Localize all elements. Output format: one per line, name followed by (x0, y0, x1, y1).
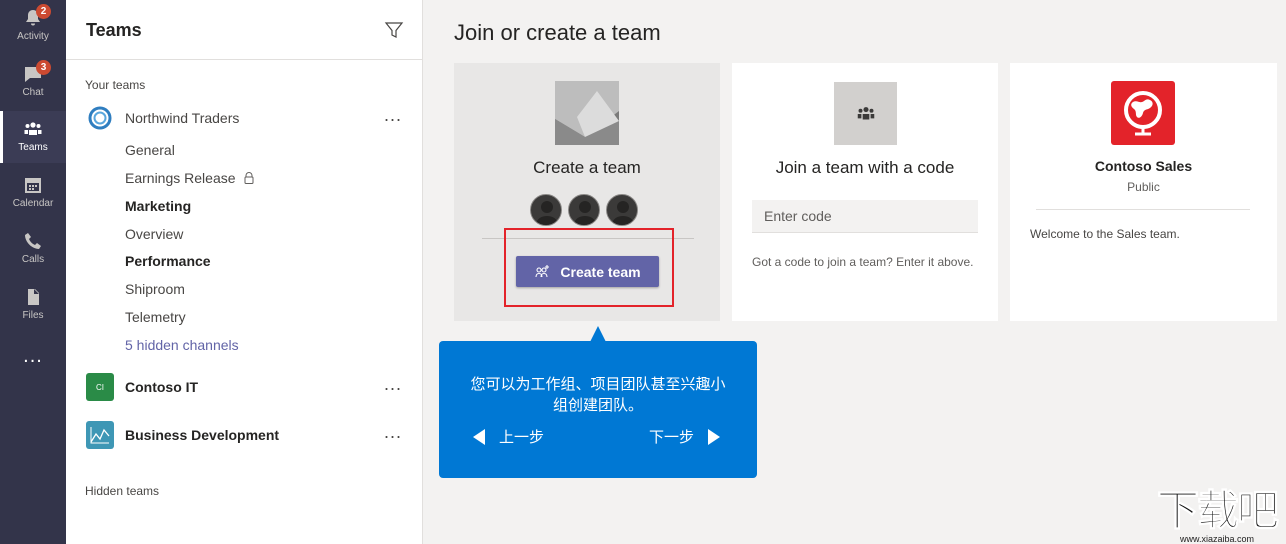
join-team-card: Join a team with a code Got a code to jo… (732, 63, 998, 321)
team-name: Business Development (125, 427, 280, 443)
page-title: Join or create a team (454, 20, 661, 45)
chat-badge: 3 (36, 60, 51, 75)
app-rail: 2 Activity 3 Chat Teams Calendar Calls F… (0, 0, 66, 544)
rail-label-calls: Calls (21, 254, 45, 265)
lock-icon (244, 172, 254, 184)
rail-chat[interactable]: 3 Chat (0, 56, 66, 108)
channel-performance[interactable]: Performance (125, 253, 211, 269)
join-code-hint: Got a code to join a team? Enter it abov… (752, 255, 974, 269)
watermark: 下载吧 www.xiazaiba.com (1150, 486, 1284, 544)
divider (1036, 209, 1250, 210)
coachmark-tooltip: 您可以为工作组、项目团队甚至兴趣小组创建团队。 上一步 下一步 (439, 341, 757, 478)
previous-button[interactable]: 上一步 (473, 426, 544, 447)
contoso-sales-card[interactable]: Contoso Sales Public Welcome to the Sale… (1010, 63, 1277, 321)
add-team-icon (535, 264, 550, 277)
team-northwind[interactable]: Northwind Traders ... (66, 100, 422, 138)
tooltip-arrow (590, 326, 606, 342)
more-options-icon[interactable]: ... (384, 373, 402, 395)
hidden-channels-link[interactable]: 5 hidden channels (125, 337, 239, 353)
create-team-button[interactable]: Create team (516, 256, 659, 287)
phone-icon (25, 233, 41, 249)
rail-more-icon[interactable]: ... (0, 346, 66, 366)
team-business-development[interactable]: Business Development ... (66, 417, 422, 455)
channel-overview[interactable]: Overview (125, 226, 183, 242)
filter-icon[interactable] (384, 20, 404, 40)
calendar-icon (25, 178, 41, 193)
arrow-right-icon (708, 428, 721, 445)
channel-earnings-release[interactable]: Earnings Release (125, 170, 254, 186)
join-code-input[interactable] (752, 200, 978, 233)
hidden-teams-label[interactable]: Hidden teams (85, 484, 159, 498)
teams-icon (24, 122, 42, 135)
northwind-logo (86, 104, 114, 132)
rail-calls[interactable]: Calls (0, 223, 66, 275)
people-avatars (530, 194, 640, 228)
watermark-url: www.xiazaiba.com (1179, 534, 1255, 544)
avatar (568, 194, 600, 226)
watermark-logo: 下载吧 (1156, 486, 1279, 535)
create-team-title: Create a team (533, 158, 641, 177)
join-team-title: Join a team with a code (775, 158, 955, 177)
rail-teams[interactable]: Teams (0, 111, 66, 163)
rail-label-calendar: Calendar (12, 198, 54, 209)
team-name: Northwind Traders (125, 110, 240, 126)
rail-label-activity: Activity (17, 31, 49, 42)
image-placeholder-icon (555, 81, 619, 145)
rail-activity[interactable]: 2 Activity (0, 0, 66, 52)
tooltip-text: 您可以为工作组、项目团队甚至兴趣小组创建团队。 (470, 375, 726, 414)
avatar (530, 194, 562, 226)
rail-label-files: Files (22, 310, 44, 321)
more-options-icon[interactable]: ... (384, 104, 402, 126)
team-name: Contoso IT (125, 379, 199, 395)
create-team-button-label: Create team (560, 263, 641, 280)
channel-label: Earnings Release (125, 170, 236, 186)
previous-label: 上一步 (499, 428, 545, 446)
activity-badge: 2 (36, 4, 51, 19)
more-options-icon[interactable]: ... (384, 421, 402, 443)
team-card-name: Contoso Sales (1094, 158, 1193, 174)
next-button[interactable]: 下一步 (649, 426, 721, 447)
globe-icon (1111, 81, 1175, 145)
rail-calendar[interactable]: Calendar (0, 167, 66, 219)
teams-panel: Teams Your teams Northwind Traders ... G… (66, 0, 423, 544)
panel-title: Teams (86, 20, 142, 40)
channel-telemetry[interactable]: Telemetry (125, 309, 186, 325)
channel-marketing[interactable]: Marketing (125, 198, 191, 214)
contoso-it-avatar: CI (86, 373, 114, 401)
business-development-avatar (86, 421, 114, 449)
avatar (606, 194, 638, 226)
next-label: 下一步 (649, 428, 695, 446)
teams-group-icon (834, 82, 897, 145)
channel-shiproom[interactable]: Shiproom (125, 281, 185, 297)
arrow-left-icon (473, 428, 485, 445)
panel-header: Teams (66, 0, 422, 60)
your-teams-label: Your teams (85, 78, 146, 92)
rail-label-chat: Chat (22, 87, 44, 98)
team-card-type: Public (1127, 180, 1160, 194)
rail-label-teams: Teams (18, 142, 48, 153)
team-card-description: Welcome to the Sales team. (1030, 227, 1180, 241)
team-contoso-it[interactable]: CI Contoso IT ... (66, 369, 422, 407)
file-icon (28, 289, 39, 305)
channel-general[interactable]: General (125, 142, 175, 158)
rail-files[interactable]: Files (0, 279, 66, 331)
